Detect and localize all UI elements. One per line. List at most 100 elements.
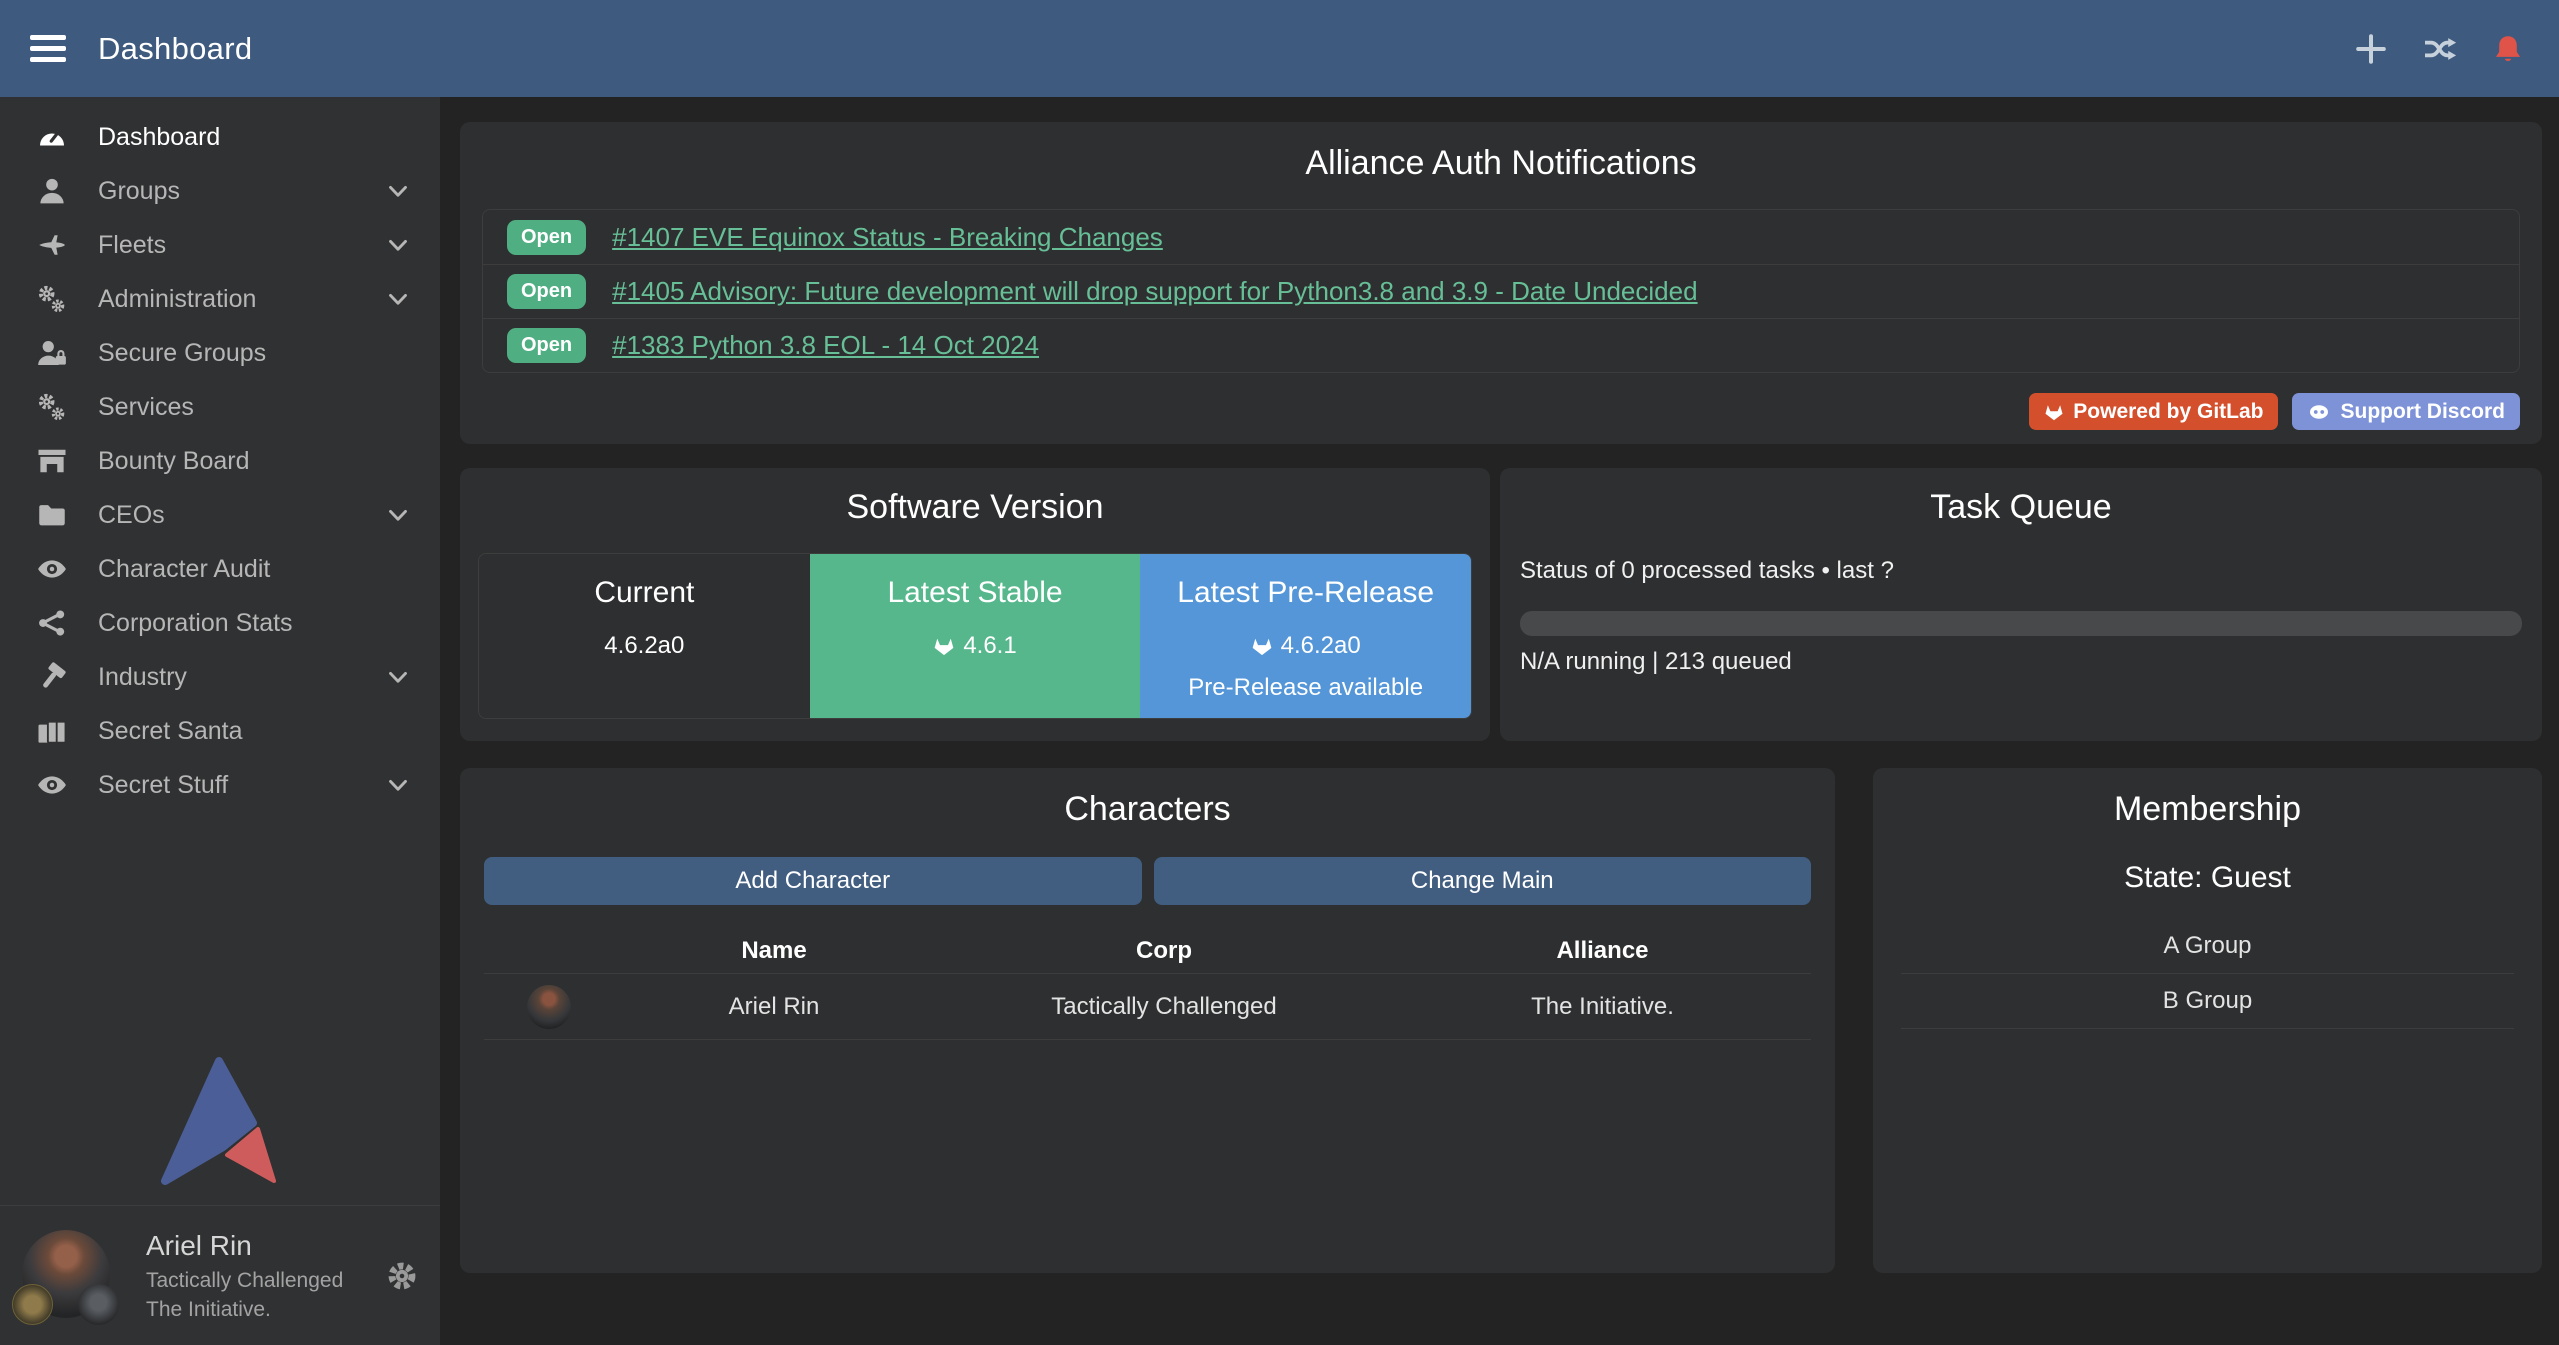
- user-panel: Ariel Rin Tactically Challenged The Init…: [0, 1205, 440, 1345]
- hammer-icon: [30, 662, 74, 692]
- gitlab-badge-label: Powered by GitLab: [2073, 400, 2263, 424]
- chevron-down-icon: [386, 773, 410, 797]
- menu-toggle-button[interactable]: [30, 35, 66, 62]
- membership-panel: Membership State: Guest A Group B Group: [1873, 768, 2542, 1273]
- user-corp: Tactically Challenged: [146, 1269, 343, 1293]
- character-alliance: The Initiative.: [1394, 993, 1811, 1021]
- version-stable: Latest Stable 4.6.1: [810, 554, 1141, 718]
- characters-table: Name Corp Alliance Ariel Rin Tactically …: [484, 929, 1811, 1040]
- gitlab-badge[interactable]: Powered by GitLab: [2029, 393, 2278, 430]
- gitlab-icon: [933, 635, 955, 657]
- sidebar-item-label: Groups: [98, 177, 180, 206]
- sidebar-item-corporation-stats[interactable]: Corporation Stats: [0, 596, 440, 650]
- notification-link[interactable]: #1405 Advisory: Future development will …: [612, 276, 1697, 307]
- sidebar-item-label: Dashboard: [98, 123, 220, 152]
- eye-icon: [30, 554, 74, 584]
- gear-icon[interactable]: [386, 1260, 418, 1292]
- user-alliance: The Initiative.: [146, 1298, 343, 1322]
- store-icon: [30, 446, 74, 476]
- user-avatar-group: [22, 1224, 122, 1328]
- list-item: Open #1407 EVE Equinox Status - Breaking…: [483, 210, 2519, 264]
- version-prerelease-label: Latest Pre-Release: [1140, 576, 1471, 610]
- shuffle-icon[interactable]: [2423, 34, 2457, 64]
- chevron-down-icon: [386, 233, 410, 257]
- notifications-title: Alliance Auth Notifications: [460, 144, 2542, 183]
- notifications-panel: Alliance Auth Notifications Open #1407 E…: [460, 122, 2542, 444]
- membership-groups: A Group B Group: [1901, 919, 2514, 1029]
- list-item: A Group: [1901, 919, 2514, 974]
- list-item: Open #1383 Python 3.8 EOL - 14 Oct 2024: [483, 318, 2519, 372]
- sidebar-item-label: Bounty Board: [98, 447, 250, 476]
- table-row: Ariel Rin Tactically Challenged The Init…: [484, 973, 1811, 1040]
- sidebar: Dashboard Groups Fleets Administration S…: [0, 97, 440, 1345]
- gitlab-icon: [1251, 635, 1273, 657]
- notification-link[interactable]: #1407 EVE Equinox Status - Breaking Chan…: [612, 222, 1163, 253]
- task-progress-bar: [1520, 611, 2522, 636]
- sidebar-item-ceos[interactable]: CEOs: [0, 488, 440, 542]
- plus-icon[interactable]: [2355, 33, 2387, 65]
- gears-icon: [30, 284, 74, 314]
- change-main-button[interactable]: Change Main: [1154, 857, 1812, 905]
- task-queue-status: Status of 0 processed tasks • last ?: [1520, 557, 2522, 585]
- column-header-alliance: Alliance: [1394, 937, 1811, 965]
- gears-icon: [30, 392, 74, 422]
- fighter-jet-icon: [30, 230, 74, 260]
- task-queue-panel: Task Queue Status of 0 processed tasks •…: [1500, 468, 2542, 741]
- sidebar-item-secure-groups[interactable]: Secure Groups: [0, 326, 440, 380]
- notifications-list: Open #1407 EVE Equinox Status - Breaking…: [482, 209, 2520, 373]
- characters-panel: Characters Add Character Change Main Nam…: [460, 768, 1835, 1273]
- status-badge: Open: [507, 328, 586, 363]
- list-item: B Group: [1901, 974, 2514, 1029]
- character-portrait: [527, 985, 571, 1029]
- alliance-logo: [78, 1284, 119, 1325]
- version-stable-label: Latest Stable: [810, 576, 1141, 610]
- sidebar-item-groups[interactable]: Groups: [0, 164, 440, 218]
- gifts-icon: [30, 716, 74, 746]
- column-header-corp: Corp: [934, 937, 1394, 965]
- chevron-down-icon: [386, 287, 410, 311]
- sidebar-item-administration[interactable]: Administration: [0, 272, 440, 326]
- version-stable-value: 4.6.1: [963, 632, 1016, 660]
- task-queue-title: Task Queue: [1500, 488, 2542, 527]
- sidebar-item-character-audit[interactable]: Character Audit: [0, 542, 440, 596]
- sidebar-item-label: Industry: [98, 663, 187, 692]
- notification-link[interactable]: #1383 Python 3.8 EOL - 14 Oct 2024: [612, 330, 1039, 361]
- version-current-label: Current: [479, 576, 810, 610]
- add-character-button[interactable]: Add Character: [484, 857, 1142, 905]
- version-prerelease-value: 4.6.2a0: [1281, 632, 1361, 660]
- list-item: Open #1405 Advisory: Future development …: [483, 264, 2519, 318]
- sidebar-item-label: CEOs: [98, 501, 165, 530]
- status-badge: Open: [507, 274, 586, 309]
- sidebar-item-label: Character Audit: [98, 555, 270, 584]
- version-current: Current 4.6.2a0: [479, 554, 810, 718]
- software-version-panel: Software Version Current 4.6.2a0 Latest …: [460, 468, 1490, 741]
- sidebar-item-label: Secret Stuff: [98, 771, 228, 800]
- bell-icon[interactable]: [2493, 34, 2523, 64]
- characters-title: Characters: [460, 790, 1835, 829]
- task-queue-summary: N/A running | 213 queued: [1520, 648, 2522, 676]
- folder-icon: [30, 500, 74, 530]
- status-badge: Open: [507, 220, 586, 255]
- sidebar-item-label: Secure Groups: [98, 339, 266, 368]
- character-corp: Tactically Challenged: [934, 993, 1394, 1021]
- sidebar-item-industry[interactable]: Industry: [0, 650, 440, 704]
- sidebar-item-services[interactable]: Services: [0, 380, 440, 434]
- version-current-value: 4.6.2a0: [479, 632, 810, 660]
- character-name: Ariel Rin: [614, 993, 934, 1021]
- sidebar-item-secret-santa[interactable]: Secret Santa: [0, 704, 440, 758]
- chevron-down-icon: [386, 503, 410, 527]
- software-version-title: Software Version: [460, 488, 1490, 527]
- sidebar-item-bounty-board[interactable]: Bounty Board: [0, 434, 440, 488]
- sidebar-item-secret-stuff[interactable]: Secret Stuff: [0, 758, 440, 812]
- gitlab-icon: [2044, 402, 2064, 422]
- sidebar-item-fleets[interactable]: Fleets: [0, 218, 440, 272]
- membership-state: State: Guest: [1873, 861, 2542, 895]
- eye-icon: [30, 770, 74, 800]
- sidebar-item-dashboard[interactable]: Dashboard: [0, 110, 440, 164]
- chevron-down-icon: [386, 665, 410, 689]
- version-prerelease: Latest Pre-Release 4.6.2a0 Pre-Release a…: [1140, 554, 1471, 718]
- discord-badge[interactable]: Support Discord: [2292, 393, 2520, 430]
- user-lock-icon: [30, 338, 74, 368]
- gauge-icon: [30, 122, 74, 152]
- user-icon: [30, 176, 74, 206]
